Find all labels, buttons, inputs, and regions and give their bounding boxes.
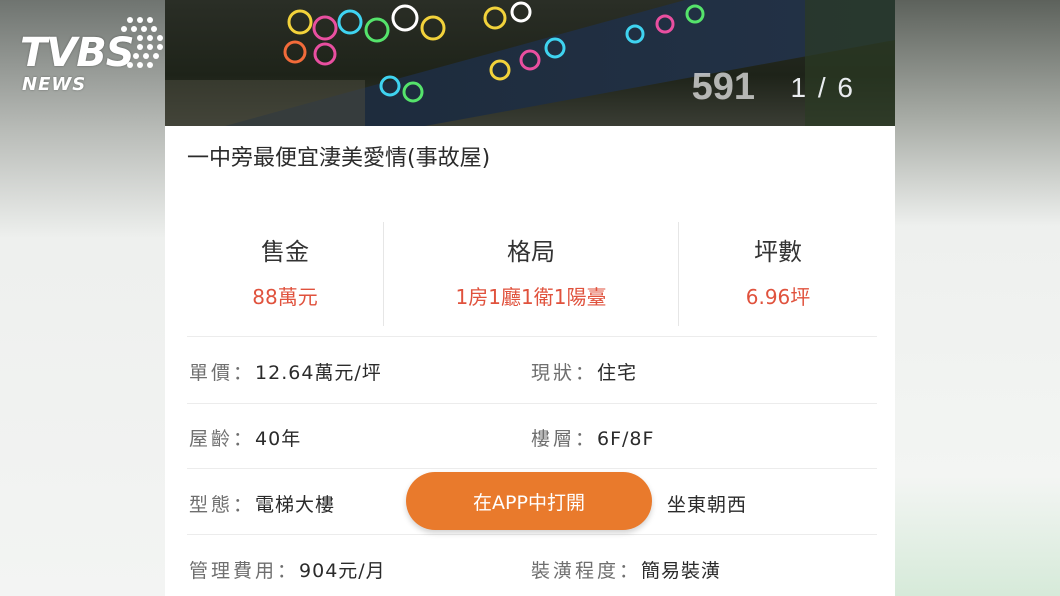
detail-value: 電梯大樓	[255, 494, 336, 516]
stat-label: 坪數	[754, 238, 802, 266]
detail-management-fee: 管理費用：904元/月	[189, 556, 386, 583]
detail-unit-price: 單價：12.64萬元/坪	[189, 358, 382, 385]
divider	[187, 468, 877, 469]
divider	[187, 534, 877, 535]
detail-floor: 樓層：6F/8F	[531, 424, 654, 451]
logo-dot-pattern-icon	[121, 17, 163, 68]
detail-value: 40年	[255, 428, 302, 450]
detail-orientation: 坐東朝西	[667, 490, 747, 517]
listing-photo-carousel[interactable]: 591 1 / 6	[165, 0, 895, 126]
detail-value: 住宅	[597, 362, 638, 384]
photo-watermark-591: 591	[691, 66, 755, 108]
listing-page: 591 1 / 6 一中旁最便宜淒美愛情(事故屋) 售金 88萬元 格局 1房1…	[165, 0, 895, 596]
stat-label: 售金	[261, 238, 309, 266]
detail-label: 屋齡：	[189, 428, 256, 450]
detail-row: 單價：12.64萬元/坪 現狀：住宅	[187, 358, 877, 394]
open-in-app-button[interactable]: 在APP中打開	[406, 472, 652, 530]
detail-row: 管理費用：904元/月 裝潢程度：簡易裝潢	[187, 556, 877, 592]
listing-title: 一中旁最便宜淒美愛情(事故屋)	[187, 146, 491, 171]
divider	[187, 336, 877, 337]
key-stats: 售金 88萬元 格局 1房1廳1衛1陽臺 坪數 6.96坪	[187, 222, 877, 326]
blurred-background-right	[892, 0, 1060, 596]
stat-value: 88萬元	[252, 285, 318, 309]
stat-value: 6.96坪	[745, 285, 811, 309]
detail-value: 904元/月	[299, 560, 386, 582]
detail-row: 屋齡：40年 樓層：6F/8F	[187, 424, 877, 460]
christmas-lights-photo	[165, 0, 895, 126]
stat-label: 格局	[507, 238, 555, 266]
detail-label: 型態：	[189, 494, 256, 516]
stat-area: 坪數 6.96坪	[678, 222, 877, 326]
detail-label: 管理費用：	[189, 560, 300, 582]
detail-type: 型態：電梯大樓	[189, 490, 335, 517]
detail-value: 坐東朝西	[667, 494, 748, 516]
detail-label: 現狀：	[531, 362, 598, 384]
photo-counter: 1 / 6	[790, 72, 855, 103]
tvbs-news-logo: TVBS NEWS	[18, 12, 168, 95]
detail-label: 樓層：	[531, 428, 598, 450]
detail-status: 現狀：住宅	[531, 358, 637, 385]
detail-label: 裝潢程度：	[531, 560, 642, 582]
detail-value: 12.64萬元/坪	[255, 362, 382, 384]
stat-value: 1房1廳1衛1陽臺	[455, 285, 607, 309]
detail-age: 屋齡：40年	[189, 424, 301, 451]
detail-label: 單價：	[189, 362, 256, 384]
detail-value: 簡易裝潢	[641, 560, 722, 582]
divider	[187, 403, 877, 404]
stat-layout: 格局 1房1廳1衛1陽臺	[383, 222, 678, 326]
logo-subtitle: NEWS	[22, 74, 87, 95]
stat-price: 售金 88萬元	[187, 222, 383, 326]
detail-decoration: 裝潢程度：簡易裝潢	[531, 556, 721, 583]
detail-value: 6F/8F	[597, 428, 655, 450]
